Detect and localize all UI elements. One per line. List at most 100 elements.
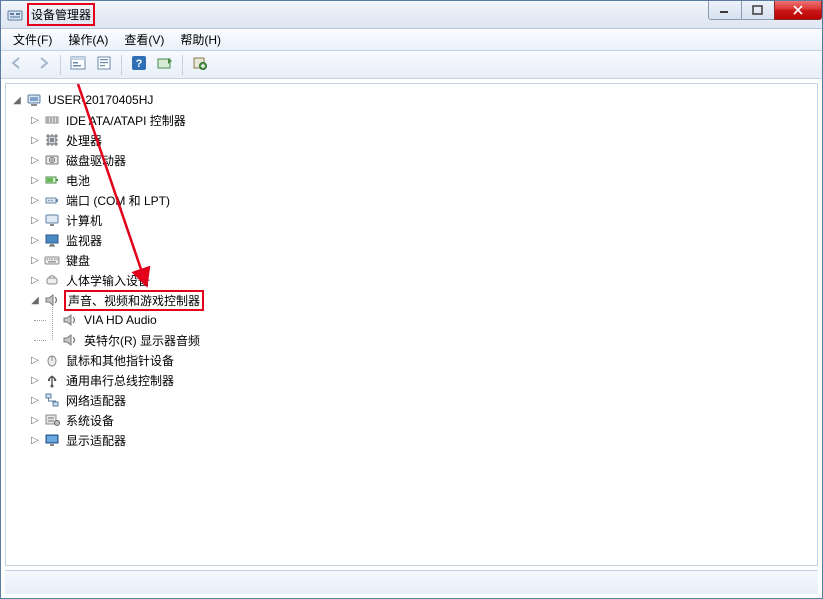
menu-file[interactable]: 文件(F) [5, 29, 60, 50]
tree-item-label: 声音、视频和游戏控制器 [64, 290, 204, 311]
category-monitor[interactable]: ▷ 监视器 [10, 230, 813, 250]
expand-icon[interactable]: ▷ [28, 233, 42, 247]
menubar: 文件(F) 操作(A) 查看(V) 帮助(H) [1, 29, 822, 51]
battery-icon [44, 172, 60, 188]
usb-icon [44, 372, 60, 388]
port-icon [44, 192, 60, 208]
system-icon [44, 412, 60, 428]
tree-item-label: 网络适配器 [64, 392, 128, 409]
keyboard-icon [44, 252, 60, 268]
tree-item-label: 电池 [64, 172, 92, 189]
forward-button[interactable] [31, 54, 55, 76]
help-icon: ? [131, 55, 147, 74]
tree-item-label: 键盘 [64, 252, 92, 269]
tree-item-label: 显示适配器 [64, 432, 128, 449]
expand-icon[interactable]: ▷ [28, 173, 42, 187]
scan-icon [157, 56, 173, 73]
category-battery[interactable]: ▷ 电池 [10, 170, 813, 190]
category-cpu[interactable]: ▷ 处理器 [10, 130, 813, 150]
network-icon [44, 392, 60, 408]
tree-item-label: 计算机 [64, 212, 104, 229]
monitor-icon [44, 232, 60, 248]
device-item[interactable]: VIA HD Audio [46, 310, 813, 330]
toolbar-separator [182, 55, 183, 75]
menu-action[interactable]: 操作(A) [60, 29, 116, 50]
expand-icon[interactable]: ▷ [28, 113, 42, 127]
device-item[interactable]: 英特尔(R) 显示器音频 [46, 330, 813, 350]
device-item-label: 英特尔(R) 显示器音频 [82, 332, 202, 349]
statusbar [5, 570, 818, 594]
properties-button[interactable] [92, 54, 116, 76]
tree-item-label: 鼠标和其他指针设备 [64, 352, 176, 369]
controller-icon [44, 112, 60, 128]
tree-item-label: 监视器 [64, 232, 104, 249]
toolbar-separator [121, 55, 122, 75]
expand-icon[interactable]: ▷ [28, 193, 42, 207]
minimize-button[interactable] [708, 0, 742, 20]
disk-icon [44, 152, 60, 168]
maximize-button[interactable] [741, 0, 775, 20]
display-icon [44, 432, 60, 448]
tree-item-label: 磁盘驱动器 [64, 152, 128, 169]
arrow-left-icon [10, 56, 24, 73]
tree-item-label: 系统设备 [64, 412, 116, 429]
expand-icon[interactable]: ▷ [28, 353, 42, 367]
expand-icon[interactable]: ▷ [28, 133, 42, 147]
close-button[interactable] [774, 0, 822, 20]
tree-item-label: 人体学输入设备 [64, 272, 152, 289]
category-network[interactable]: ▷ 网络适配器 [10, 390, 813, 410]
expand-icon[interactable]: ▷ [28, 213, 42, 227]
help-button[interactable]: ? [127, 54, 151, 76]
scan-hardware-button[interactable] [153, 54, 177, 76]
tree-item-label: 处理器 [64, 132, 104, 149]
category-keyboard[interactable]: ▷ 键盘 [10, 250, 813, 270]
category-hid[interactable]: ▷ 人体学输入设备 [10, 270, 813, 290]
device-tree-pane[interactable]: ◢USER-20170405HJ▷IDE ATA/ATAPI 控制器▷处理器▷磁… [5, 83, 818, 566]
device-manager-window: 设备管理器 文件(F) 操作(A) 查看(V) 帮助(H) ? [0, 0, 823, 599]
speaker-icon [62, 332, 78, 348]
tree-item-label: USER-20170405HJ [46, 93, 155, 107]
category-usb[interactable]: ▷ 通用串行总线控制器 [10, 370, 813, 390]
arrow-right-icon [36, 56, 50, 73]
window-controls [709, 0, 822, 20]
titlebar: 设备管理器 [1, 1, 822, 29]
expand-icon[interactable]: ▷ [28, 153, 42, 167]
console-icon [70, 56, 86, 73]
category-display[interactable]: ▷ 显示适配器 [10, 430, 813, 450]
device-item-label: VIA HD Audio [82, 313, 159, 327]
app-icon [7, 7, 23, 23]
category-sound[interactable]: ◢ 声音、视频和游戏控制器 [10, 290, 813, 310]
collapse-icon[interactable]: ◢ [10, 93, 24, 107]
menu-help[interactable]: 帮助(H) [172, 29, 229, 50]
update-driver-button[interactable] [188, 54, 212, 76]
show-hidden-button[interactable] [66, 54, 90, 76]
cpu-icon [44, 132, 60, 148]
driver-icon [192, 56, 208, 73]
computer-root-icon [26, 92, 42, 108]
category-ide[interactable]: ▷IDE ATA/ATAPI 控制器 [10, 110, 813, 130]
toolbar: ? [1, 51, 822, 79]
expand-icon[interactable]: ▷ [28, 253, 42, 267]
category-system[interactable]: ▷ 系统设备 [10, 410, 813, 430]
properties-icon [96, 56, 112, 73]
category-ports[interactable]: ▷端口 (COM 和 LPT) [10, 190, 813, 210]
expand-icon[interactable]: ▷ [28, 413, 42, 427]
computer-icon [44, 212, 60, 228]
toolbar-separator [60, 55, 61, 75]
menu-view[interactable]: 查看(V) [116, 29, 172, 50]
svg-text:?: ? [136, 58, 143, 70]
category-computer[interactable]: ▷ 计算机 [10, 210, 813, 230]
tree-item-label: 通用串行总线控制器 [64, 372, 176, 389]
expand-icon[interactable]: ▷ [28, 393, 42, 407]
category-disk[interactable]: ▷ 磁盘驱动器 [10, 150, 813, 170]
window-title: 设备管理器 [27, 3, 95, 26]
mouse-icon [44, 352, 60, 368]
expand-icon[interactable]: ▷ [28, 373, 42, 387]
tree-root-node[interactable]: ◢ USER-20170405HJ [10, 90, 813, 110]
expand-icon[interactable]: ▷ [28, 433, 42, 447]
expand-icon[interactable]: ▷ [28, 273, 42, 287]
category-mouse[interactable]: ▷ 鼠标和其他指针设备 [10, 350, 813, 370]
collapse-icon[interactable]: ◢ [28, 293, 42, 307]
hid-icon [44, 272, 60, 288]
back-button[interactable] [5, 54, 29, 76]
